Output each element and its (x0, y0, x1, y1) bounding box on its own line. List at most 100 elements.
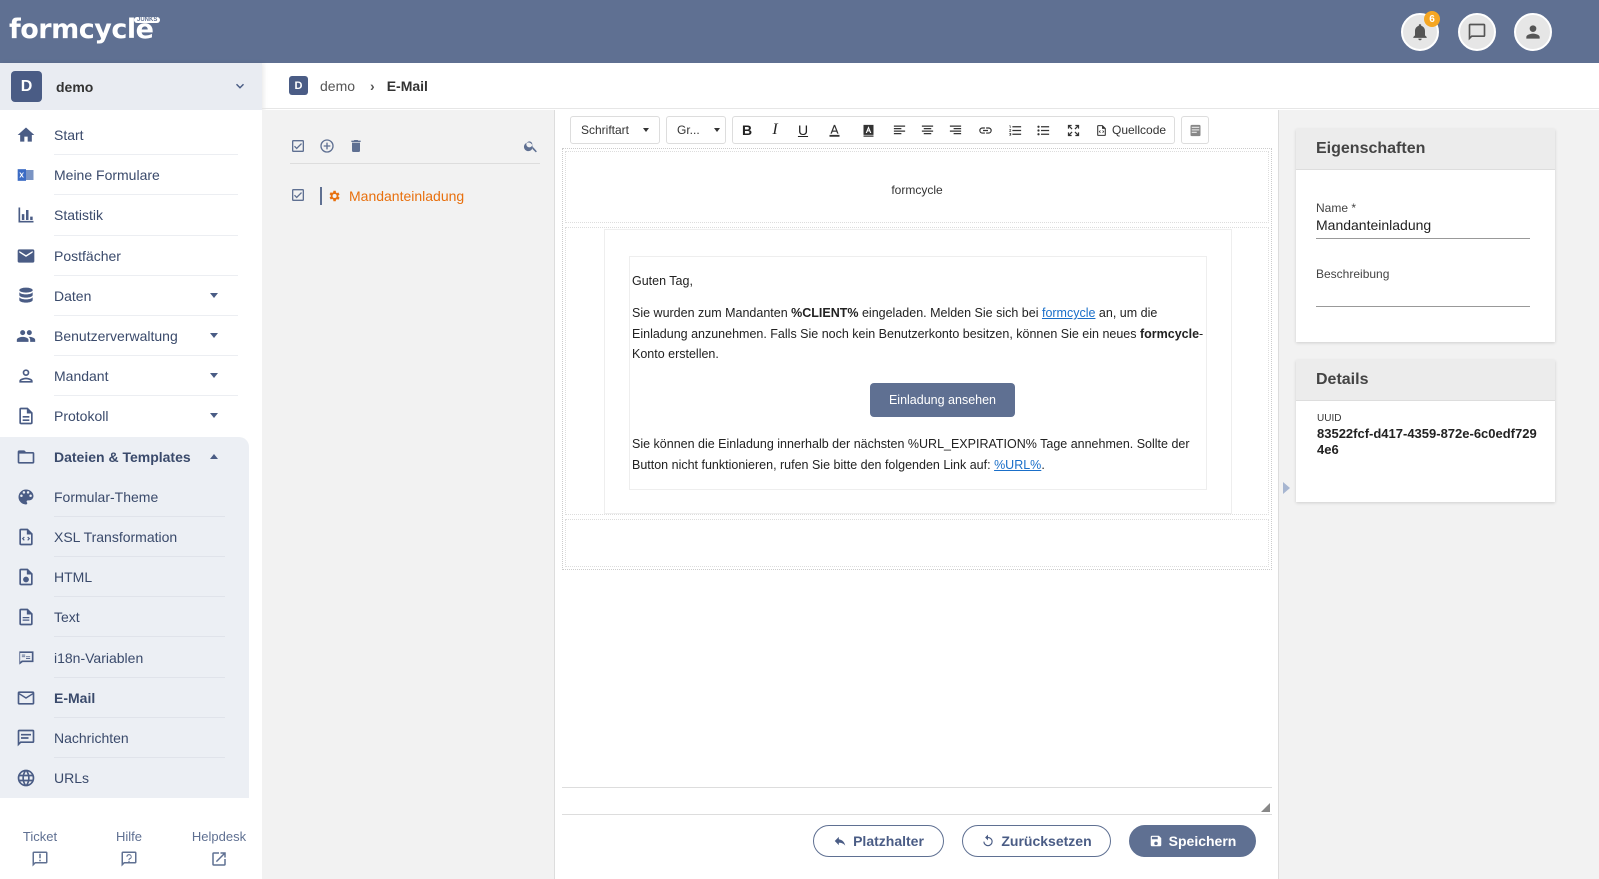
url-link[interactable]: %URL% (994, 458, 1041, 472)
add-circle-icon (320, 139, 334, 153)
sidebar-item-my-forms[interactable]: Meine Formulare (0, 155, 262, 196)
sidebar-item-urls[interactable]: URLs (0, 758, 249, 799)
formcycle-link[interactable]: formcycle (1042, 306, 1095, 320)
breadcrumb-current: E-Mail (386, 77, 428, 94)
email-body-section: Guten Tag, Sie wurden zum Mandanten %CLI… (565, 227, 1269, 515)
sidebar-item-i18n[interactable]: i18n-Variablen (0, 637, 249, 678)
expand-caret-icon (210, 292, 218, 298)
language-icon (18, 650, 34, 665)
fullscreen-button[interactable] (1057, 117, 1089, 143)
search-button[interactable] (523, 138, 539, 154)
sidebar-item-email[interactable]: E-Mail (0, 677, 249, 718)
background-color-button[interactable] (851, 117, 885, 143)
item-checkbox[interactable] (290, 187, 306, 206)
sidebar-item-label: E-Mail (54, 689, 96, 706)
sidebar-item-label: Meine Formulare (54, 167, 160, 184)
select-all-button[interactable] (290, 138, 306, 154)
email-paragraph-intro: Sie wurden zum Mandanten %CLIENT% eingel… (632, 306, 1204, 361)
sidebar: D demo Start Meine Formulare Statistik P… (0, 63, 262, 879)
bullet-list-button[interactable] (1029, 117, 1057, 143)
underline-button[interactable]: U (789, 117, 817, 143)
source-code-icon (1097, 124, 1106, 136)
help-button[interactable]: Hilfe (99, 829, 159, 868)
sidebar-item-label: Mandant (54, 368, 109, 385)
list-item-name: Mandanteinladung (349, 188, 465, 204)
template-list-panel: Mandanteinladung (262, 110, 555, 879)
save-button[interactable]: Speichern (1129, 825, 1256, 857)
sidebar-item-tenant[interactable]: Mandant (0, 356, 262, 397)
helpdesk-button[interactable]: Helpdesk (189, 829, 249, 868)
placeholder-button[interactable]: Platzhalter (813, 825, 944, 857)
sidebar-item-start[interactable]: Start (0, 115, 262, 156)
link-button[interactable] (969, 117, 1001, 143)
details-card: Details UUID 83522fcf-d417-4359-872e-6c0… (1296, 360, 1555, 502)
sidebar-item-text[interactable]: Text (0, 597, 249, 638)
uuid-label: UUID (1317, 413, 1342, 424)
ticket-button[interactable]: Ticket (10, 829, 70, 868)
source-code-button[interactable]: Quellcode (1089, 123, 1174, 137)
align-center-button[interactable] (913, 117, 941, 143)
sidebar-item-files-templates[interactable]: Dateien & Templates (0, 436, 249, 477)
sidebar-item-form-theme[interactable]: Formular-Theme (0, 476, 249, 517)
app-logo[interactable]: formcycle (9, 14, 154, 45)
align-left-button[interactable] (885, 117, 913, 143)
message-icon (17, 729, 35, 747)
helpdesk-label: Helpdesk (191, 829, 247, 844)
add-template-button[interactable] (319, 138, 335, 154)
document-list-icon (19, 408, 33, 425)
highlight-icon (863, 124, 873, 137)
name-input[interactable]: Mandanteinladung (1316, 217, 1530, 239)
reset-button[interactable]: Zurücksetzen (962, 825, 1111, 857)
collapse-caret-icon (210, 453, 218, 459)
resize-handle-icon[interactable] (1261, 803, 1270, 812)
sidebar-item-statistics[interactable]: Statistik (0, 195, 262, 236)
tenant-selector[interactable]: D demo (0, 63, 262, 110)
sidebar-item-user-management[interactable]: Benutzerverwaltung (0, 316, 262, 357)
view-invitation-button[interactable]: Einladung ansehen (870, 383, 1015, 417)
text-file-icon (19, 609, 33, 626)
email-body-text[interactable]: Guten Tag, Sie wurden zum Mandanten %CLI… (629, 256, 1207, 490)
email-content-area[interactable]: formcycle Guten Tag, Sie wurden zum Mand… (562, 148, 1272, 570)
italic-button[interactable]: I (761, 117, 789, 143)
folder-icon (17, 449, 35, 464)
notifications-button[interactable]: 6 (1401, 11, 1440, 51)
logo-badge: JUNKS (134, 17, 161, 23)
undo-icon (983, 834, 994, 847)
user-menu-button[interactable] (1514, 13, 1552, 51)
link-icon (978, 126, 992, 134)
sidebar-item-mailboxes[interactable]: Postfächer (0, 236, 262, 276)
sidebar-item-data[interactable]: Daten (0, 276, 262, 316)
floppy-disk-icon (1150, 835, 1161, 847)
breadcrumb-tenant[interactable]: demo (320, 78, 355, 94)
messages-button[interactable] (1458, 13, 1496, 51)
expand-caret-icon (210, 413, 218, 419)
sidebar-item-messages[interactable]: Nachrichten (0, 717, 249, 758)
align-right-icon (949, 125, 961, 134)
sidebar-footer: Ticket Hilfe Helpdesk (0, 821, 262, 879)
person-icon (19, 369, 33, 383)
delete-template-button[interactable] (348, 138, 364, 154)
sidebar-item-log[interactable]: Protokoll (0, 396, 262, 436)
ticket-icon (32, 851, 48, 867)
font-family-select[interactable]: Schriftart (571, 117, 659, 143)
web-file-icon (19, 568, 33, 586)
font-size-value: Gr... (677, 123, 700, 137)
globe-www-icon (17, 769, 35, 787)
collapse-panel-icon[interactable] (1283, 482, 1290, 494)
align-center-icon (921, 125, 933, 134)
numbered-list-button[interactable] (1001, 117, 1029, 143)
form-document-icon (17, 169, 34, 182)
sidebar-item-xsl[interactable]: XSL Transformation (0, 516, 249, 558)
font-size-select[interactable]: Gr... (667, 117, 725, 143)
tenant-avatar: D (11, 71, 42, 102)
sidebar-item-label: XSL Transformation (54, 528, 178, 545)
template-block-button[interactable] (1182, 117, 1208, 143)
description-input[interactable] (1316, 282, 1530, 307)
details-title: Details (1296, 360, 1555, 401)
text-color-button[interactable] (817, 117, 851, 143)
sidebar-item-html[interactable]: HTML (0, 557, 249, 598)
list-item[interactable]: Mandanteinladung (290, 185, 464, 207)
align-left-icon (893, 125, 905, 134)
bold-button[interactable]: B (733, 117, 761, 143)
align-right-button[interactable] (941, 117, 969, 143)
